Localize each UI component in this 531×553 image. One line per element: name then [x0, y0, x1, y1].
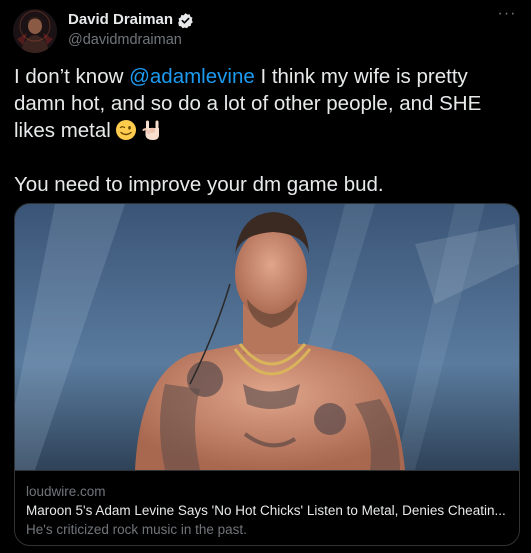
sign-of-the-horns-icon — [141, 119, 163, 141]
author-block[interactable]: David Draiman @davidmdraiman — [68, 10, 194, 50]
more-options-icon[interactable]: ··· — [496, 5, 518, 22]
tweet-paragraph-1: I don’t know @adamlevine I think my wife… — [14, 63, 519, 144]
card-description: He's criticized rock music in the past. — [26, 522, 247, 537]
name-row: David Draiman — [68, 10, 194, 30]
link-card[interactable]: loudwire.com Maroon 5's Adam Levine Says… — [14, 203, 520, 546]
card-title[interactable]: Maroon 5's Adam Levine Says 'No Hot Chic… — [26, 501, 511, 521]
card-image[interactable] — [15, 204, 519, 470]
mention-link[interactable]: @adamlevine — [129, 65, 255, 88]
tweet-text: I don’t know @adamlevine I think my wife… — [14, 63, 519, 198]
card-meta[interactable]: loudwire.com Maroon 5's Adam Levine Says… — [15, 470, 519, 545]
tweet-text-part: I don’t know — [14, 65, 130, 88]
tweet-paragraph-2: You need to improve your dm game bud. — [14, 173, 384, 196]
avatar[interactable] — [13, 9, 57, 53]
display-name[interactable]: David Draiman — [68, 10, 173, 30]
handle[interactable]: @davidmdraiman — [68, 30, 194, 50]
tweet[interactable]: David Draiman @davidmdraiman ··· I don’t… — [0, 0, 531, 553]
card-domain: loudwire.com — [26, 484, 106, 499]
verified-badge-icon — [177, 12, 194, 29]
winking-face-icon — [115, 119, 137, 141]
